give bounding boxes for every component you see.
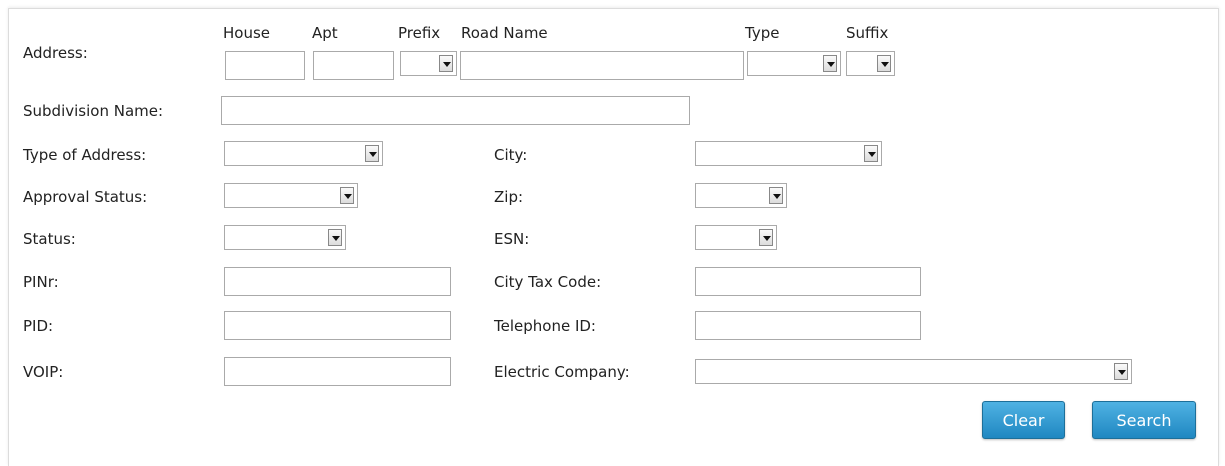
house-header: House [223, 24, 271, 42]
telephone-id-input[interactable] [695, 311, 921, 340]
type-of-address-select[interactable] [224, 141, 383, 166]
esn-select[interactable] [695, 225, 777, 250]
approval-status-label: Approval Status: [23, 188, 148, 206]
subdivision-label: Subdivision Name: [23, 102, 164, 120]
suffix-header: Suffix [846, 24, 889, 42]
status-label: Status: [23, 230, 76, 248]
chevron-down-icon[interactable] [759, 229, 773, 246]
voip-input[interactable] [224, 357, 451, 386]
city-select[interactable] [695, 141, 882, 166]
address-label: Address: [23, 44, 88, 62]
zip-label: Zip: [494, 188, 524, 206]
type-select[interactable] [747, 51, 841, 76]
chevron-down-icon[interactable] [365, 145, 379, 162]
apt-header: Apt [312, 24, 338, 42]
pid-label: PID: [23, 317, 54, 335]
voip-label: VOIP: [23, 363, 64, 381]
esn-label: ESN: [494, 230, 530, 248]
chevron-down-icon[interactable] [769, 187, 783, 204]
chevron-down-icon[interactable] [823, 55, 837, 72]
pid-input[interactable] [224, 311, 451, 340]
type-of-address-label: Type of Address: [23, 146, 147, 164]
prefix-header: Prefix [398, 24, 441, 42]
road-name-input[interactable] [460, 51, 744, 80]
prefix-select[interactable] [400, 51, 457, 76]
city-tax-code-label: City Tax Code: [494, 273, 602, 291]
electric-company-select[interactable] [695, 359, 1132, 384]
clear-button[interactable]: Clear [982, 401, 1065, 439]
chevron-down-icon[interactable] [877, 55, 891, 72]
type-header: Type [745, 24, 780, 42]
approval-status-select[interactable] [224, 183, 358, 208]
chevron-down-icon[interactable] [340, 187, 354, 204]
telephone-id-label: Telephone ID: [494, 317, 596, 335]
chevron-down-icon[interactable] [328, 229, 342, 246]
subdivision-input[interactable] [221, 96, 690, 125]
zip-select[interactable] [695, 183, 787, 208]
apt-input[interactable] [313, 51, 394, 80]
chevron-down-icon[interactable] [864, 145, 878, 162]
house-input[interactable] [225, 51, 305, 80]
pinr-label: PINr: [23, 273, 59, 291]
chevron-down-icon[interactable] [1114, 363, 1128, 380]
city-label: City: [494, 146, 528, 164]
status-select[interactable] [224, 225, 346, 250]
suffix-select[interactable] [846, 51, 895, 76]
road-name-header: Road Name [461, 24, 548, 42]
pinr-input[interactable] [224, 267, 451, 296]
search-button[interactable]: Search [1092, 401, 1196, 439]
chevron-down-icon[interactable] [439, 55, 453, 72]
electric-company-label: Electric Company: [494, 363, 630, 381]
city-tax-code-input[interactable] [695, 267, 921, 296]
